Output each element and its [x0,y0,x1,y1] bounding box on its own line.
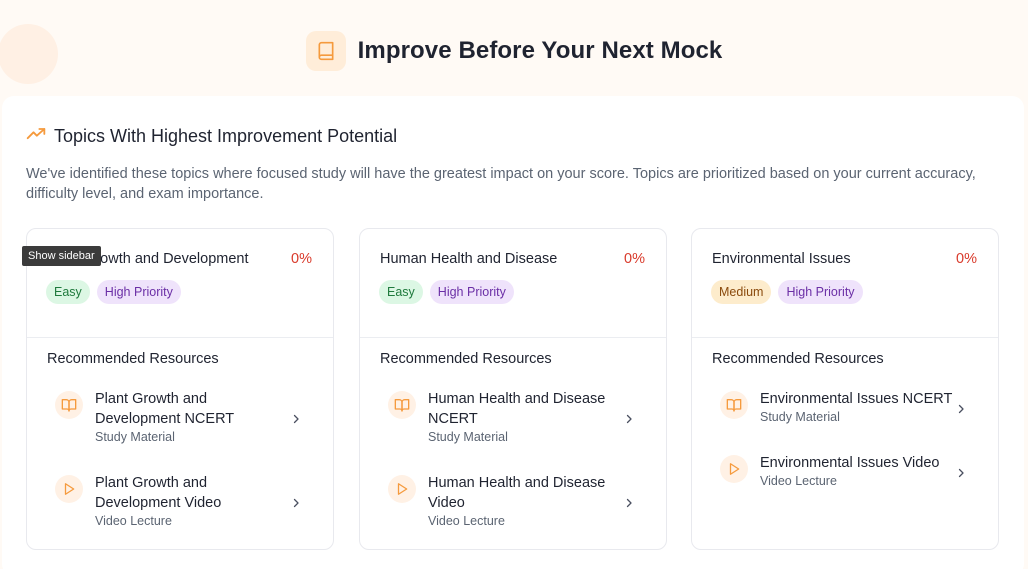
priority-badge: High Priority [429,280,514,304]
resource-type: Video Lecture [760,474,837,488]
chevron-right-icon [622,496,636,510]
topic-card-header: Human Health and Disease 0% Easy High Pr… [360,229,666,338]
resources-heading: Recommended Resources [380,351,552,367]
topic-title: Environmental Issues [712,251,851,267]
priority-badge: High Priority [96,280,181,304]
topic-accuracy: 0% [956,251,977,267]
resource-item[interactable]: Human Health and Disease Video Video Lec… [380,473,646,533]
difficulty-badge: Medium [711,280,772,304]
section-title-text: Topics With Highest Improvement Potentia… [54,126,398,146]
resource-type: Study Material [95,430,175,444]
resource-item[interactable]: Human Health and Disease NCERT Study Mat… [380,389,646,449]
resource-type: Video Lecture [428,514,505,528]
resource-type: Study Material [428,430,508,444]
resource-item[interactable]: Plant Growth and Development Video Video… [47,473,313,533]
chevron-right-icon [954,466,968,480]
section-description: We've identified these topics where focu… [26,166,976,202]
play-icon [55,475,83,503]
resource-item[interactable]: Environmental Issues Video Video Lecture [712,453,978,493]
play-icon [720,455,748,483]
priority-badge: High Priority [778,280,863,304]
topic-card: Human Health and Disease 0% Easy High Pr… [359,228,667,550]
resource-title: Human Health and Disease NCERT [428,391,606,427]
resource-title: Environmental Issues Video [760,455,940,471]
topic-card-header: Environmental Issues 0% Medium High Prio… [692,229,998,338]
topic-card: Plant Growth and Development 0% Easy Hig… [26,228,334,550]
chevron-right-icon [289,496,303,510]
section-title: Topics With Highest Improvement Potentia… [26,124,397,149]
topic-title: Human Health and Disease [380,251,558,267]
resource-title: Plant Growth and Development NCERT [95,391,235,427]
resource-item[interactable]: Plant Growth and Development NCERT Study… [47,389,313,449]
show-sidebar-tooltip: Show sidebar [22,246,101,266]
resource-title: Human Health and Disease Video [428,475,606,511]
book-open-icon [388,391,416,419]
resources-heading: Recommended Resources [47,351,219,367]
trending-up-icon [26,124,46,149]
book-open-icon [720,391,748,419]
resource-title: Plant Growth and Development Video [95,475,222,511]
book-icon [305,31,346,71]
book-open-icon [55,391,83,419]
difficulty-badge: Easy [379,280,423,304]
page-title: Improve Before Your Next Mock [357,37,723,64]
page-header: Improve Before Your Next Mock [0,31,1028,71]
improvement-panel: Topics With Highest Improvement Potentia… [2,96,1024,569]
play-icon [388,475,416,503]
resource-type: Study Material [760,410,840,424]
resource-title: Environmental Issues NCERT [760,391,953,407]
chevron-right-icon [289,412,303,426]
chevron-right-icon [622,412,636,426]
topic-accuracy: 0% [291,251,312,267]
topic-accuracy: 0% [624,251,645,267]
chevron-right-icon [954,402,968,416]
topic-card: Environmental Issues 0% Medium High Prio… [691,228,999,550]
difficulty-badge: Easy [46,280,90,304]
resources-heading: Recommended Resources [712,351,884,367]
resource-item[interactable]: Environmental Issues NCERT Study Materia… [712,389,978,429]
resource-type: Video Lecture [95,514,172,528]
